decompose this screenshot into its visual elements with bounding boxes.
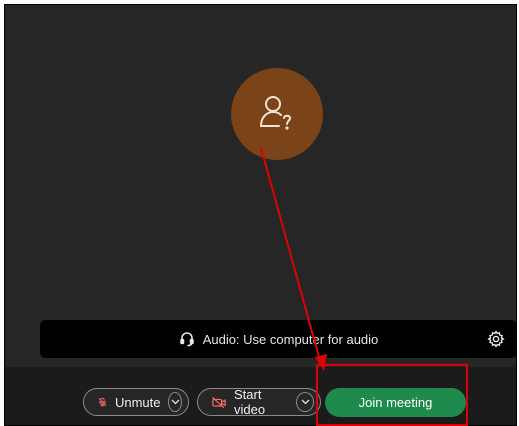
gear-icon[interactable] bbox=[487, 330, 505, 348]
start-video-button[interactable]: Start video bbox=[197, 387, 321, 417]
join-meeting-label: Join meeting bbox=[358, 395, 433, 410]
headset-icon bbox=[179, 332, 194, 347]
unmute-button[interactable]: Unmute bbox=[83, 388, 189, 416]
meeting-preview-window: Audio: Use computer for audio Unmute Sta… bbox=[4, 4, 517, 426]
avatar bbox=[231, 68, 323, 160]
muted-microphone-icon bbox=[98, 397, 107, 407]
join-meeting-button[interactable]: Join meeting bbox=[325, 388, 466, 417]
audio-connection-label-group: Audio: Use computer for audio bbox=[179, 331, 379, 347]
chevron-down-icon[interactable] bbox=[168, 392, 182, 412]
meeting-controls-toolbar: Unmute Start video Join meeting bbox=[5, 367, 516, 425]
unknown-user-icon bbox=[260, 96, 292, 130]
unmute-label: Unmute bbox=[114, 394, 161, 410]
chevron-down-icon[interactable] bbox=[296, 392, 314, 412]
audio-connection-bar[interactable]: Audio: Use computer for audio bbox=[40, 320, 516, 358]
video-off-icon bbox=[212, 396, 226, 408]
audio-connection-label: Audio: Use computer for audio bbox=[202, 331, 379, 347]
start-video-label: Start video bbox=[233, 387, 266, 417]
